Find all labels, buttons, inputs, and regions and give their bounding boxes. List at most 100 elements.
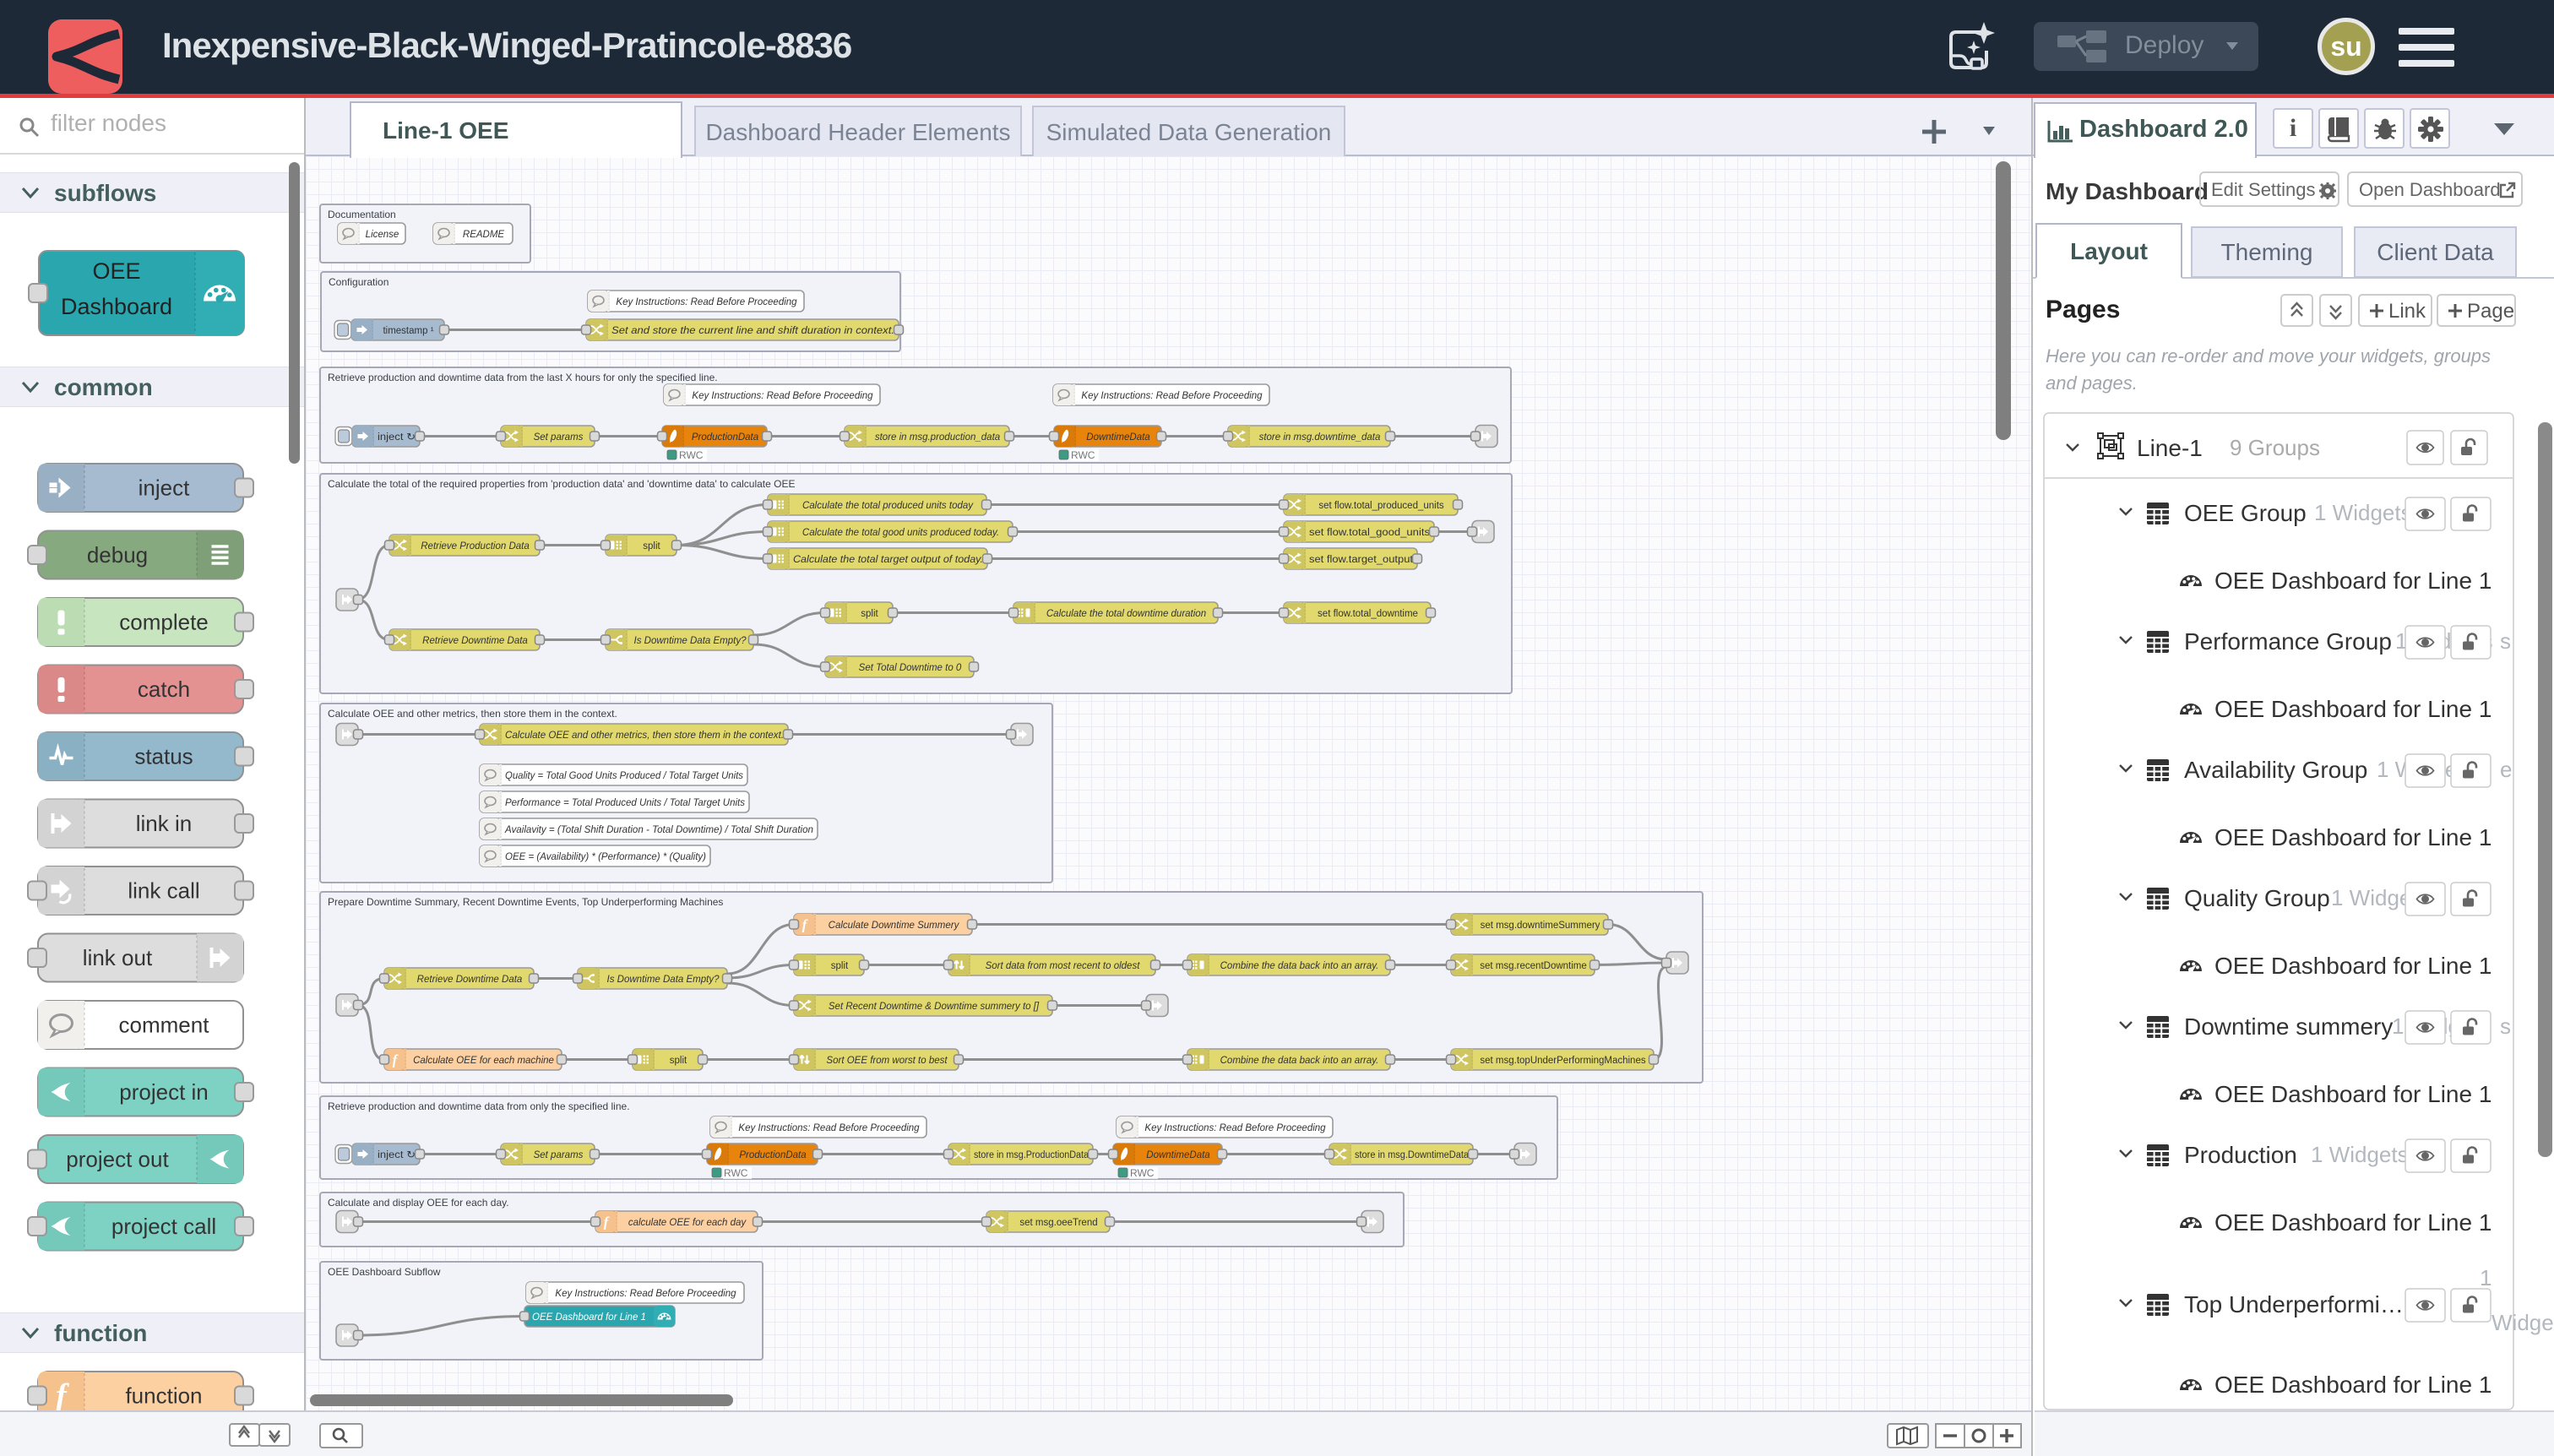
svg-text:Key Instructions: Read Before: Key Instructions: Read Before Proceeding — [1144, 1123, 1326, 1133]
svg-text:store in msg.DowntimeData: store in msg.DowntimeData — [1355, 1150, 1470, 1160]
svg-text:OEE Dashboard for Line 1: OEE Dashboard for Line 1 — [2214, 1081, 2492, 1107]
svg-text:split: split — [831, 961, 849, 971]
svg-text:Key Instructions: Read Before: Key Instructions: Read Before Proceeding — [555, 1289, 736, 1299]
svg-text:Sort data from most recent to: Sort data from most recent to oldest — [986, 961, 1141, 971]
svg-text:Calculate the total of the req: Calculate the total of the required prop… — [328, 478, 795, 490]
svg-text:complete: complete — [119, 610, 209, 635]
svg-text:Set Total Downtime to 0: Set Total Downtime to 0 — [859, 663, 962, 673]
svg-text:Configuration: Configuration — [329, 276, 389, 288]
svg-text:RWC: RWC — [1130, 1167, 1155, 1179]
svg-text:project call: project call — [111, 1214, 216, 1239]
svg-text:debug: debug — [87, 542, 148, 568]
svg-text:set msg.topUnderPerformingMach: set msg.topUnderPerformingMachines — [1480, 1056, 1645, 1066]
svg-text:e: e — [2500, 757, 2512, 782]
svg-text:OEE Dashboard for Line 1: OEE Dashboard for Line 1 — [2214, 953, 2492, 979]
svg-text:Availavity = (Total Shift Dura: Availavity = (Total Shift Duration - Tot… — [504, 825, 813, 835]
svg-text:Calculate the total good units: Calculate the total good units produced … — [802, 528, 999, 538]
svg-text:inject ↻: inject ↻ — [378, 1150, 416, 1160]
svg-text:Set and store the current line: Set and store the current line and shift… — [611, 326, 894, 336]
svg-text:set flow.total_downtime: set flow.total_downtime — [1318, 609, 1418, 619]
svg-text:inject ↻: inject ↻ — [378, 432, 416, 443]
svg-text:Calculate the total downtime d: Calculate the total downtime duration — [1046, 609, 1206, 619]
svg-text:function: function — [125, 1383, 202, 1409]
svg-text:Key Instructions: Read Before: Key Instructions: Read Before Proceeding — [692, 391, 873, 401]
svg-text:Retrieve Production Data: Retrieve Production Data — [421, 541, 529, 551]
svg-text:RWC: RWC — [1071, 449, 1095, 461]
svg-text:RWC: RWC — [724, 1167, 748, 1179]
svg-text:Sort OEE from worst to best: Sort OEE from worst to best — [826, 1056, 948, 1066]
svg-text:Quality Group: Quality Group — [2184, 885, 2330, 911]
svg-text:catch: catch — [138, 676, 190, 702]
svg-text:Production: Production — [2184, 1142, 2297, 1168]
svg-text:Set params: Set params — [534, 1150, 584, 1160]
svg-text:link in: link in — [136, 811, 192, 836]
svg-text:Key Instructions: Read Before: Key Instructions: Read Before Proceeding — [1081, 391, 1263, 401]
svg-text:Calculate OEE and other metric: Calculate OEE and other metrics, then st… — [505, 731, 784, 741]
svg-text:Top Underperformi…: Top Underperformi… — [2184, 1291, 2404, 1317]
svg-text:Calculate and display OEE for: Calculate and display OEE for each day. — [328, 1197, 509, 1209]
svg-text:Downtime summery: Downtime summery — [2184, 1013, 2393, 1040]
svg-text:License: License — [366, 230, 399, 240]
svg-text:link out: link out — [83, 945, 153, 970]
svg-text:Set params: Set params — [534, 432, 584, 443]
svg-text:set flow.target_output: set flow.target_output — [1309, 555, 1414, 565]
svg-text:OEE Dashboard for Line 1: OEE Dashboard for Line 1 — [2214, 568, 2492, 594]
svg-text:s: s — [2500, 1013, 2511, 1039]
svg-text:ProductionData: ProductionData — [692, 432, 758, 443]
svg-text:Is Downtime Data Empty?: Is Downtime Data Empty? — [634, 636, 747, 646]
svg-text:store in msg.production_data: store in msg.production_data — [875, 432, 1000, 443]
svg-text:OEE Dashboard for Line 1: OEE Dashboard for Line 1 — [2214, 696, 2492, 722]
svg-text:DowntimeData: DowntimeData — [1086, 432, 1149, 443]
svg-text:Set Recent Downtime & Downtime: Set Recent Downtime & Downtime summery t… — [829, 1002, 1040, 1012]
svg-text:Combine the data back into an: Combine the data back into an array. — [1220, 961, 1379, 971]
svg-text:Retrieve Downtime Data: Retrieve Downtime Data — [422, 636, 528, 646]
svg-text:OEE Dashboard for Line 1: OEE Dashboard for Line 1 — [2214, 1372, 2492, 1398]
svg-text:README: README — [463, 230, 505, 240]
svg-text:store in msg.downtime_data: store in msg.downtime_data — [1259, 432, 1381, 443]
svg-text:set flow.total_produced_units: set flow.total_produced_units — [1318, 501, 1444, 511]
svg-text:Is Downtime Data Empty?: Is Downtime Data Empty? — [607, 975, 720, 985]
svg-text:Widgets: Widgets — [2492, 1310, 2554, 1335]
svg-text:Calculate the total produced u: Calculate the total produced units today — [802, 501, 974, 511]
svg-text:Prepare Downtime Summary, Rece: Prepare Downtime Summary, Recent Downtim… — [328, 896, 723, 908]
svg-text:OEE = (Availability) * (Perfor: OEE = (Availability) * (Performance) * (… — [505, 852, 706, 862]
svg-text:OEE Dashboard for Line 1: OEE Dashboard for Line 1 — [532, 1312, 646, 1323]
svg-text:Availability Group: Availability Group — [2184, 757, 2367, 783]
svg-text:OEE Dashboard Subflow: OEE Dashboard Subflow — [328, 1266, 441, 1278]
svg-text:split: split — [643, 541, 660, 551]
svg-text:status: status — [134, 744, 193, 769]
svg-text:Line-1: Line-1 — [2137, 435, 2203, 461]
svg-text:Quality = Total Good Units Pro: Quality = Total Good Units Produced / To… — [505, 771, 743, 781]
svg-text:store in msg.ProductionData: store in msg.ProductionData — [974, 1150, 1090, 1160]
svg-text:Documentation: Documentation — [328, 209, 396, 220]
svg-text:Calculate the total target out: Calculate the total target output of tod… — [793, 555, 983, 565]
svg-text:Performance = Total Produced U: Performance = Total Produced Units / Tot… — [505, 798, 745, 808]
svg-text:Key Instructions: Read Before: Key Instructions: Read Before Proceeding — [616, 297, 797, 307]
svg-text:1 Widgets: 1 Widgets — [2314, 500, 2412, 525]
svg-text:set msg.downtimeSummery: set msg.downtimeSummery — [1481, 921, 1600, 931]
svg-text:DowntimeData: DowntimeData — [1146, 1150, 1209, 1160]
svg-text:Performance Group: Performance Group — [2184, 628, 2392, 655]
svg-text:1: 1 — [2480, 1265, 2492, 1290]
svg-text:OEE Group: OEE Group — [2184, 500, 2307, 526]
svg-text:Retrieve Downtime Data: Retrieve Downtime Data — [417, 975, 523, 985]
svg-text:Retrieve production and downti: Retrieve production and downtime data fr… — [328, 1100, 630, 1112]
svg-text:Calculate OEE and other metric: Calculate OEE and other metrics, then st… — [328, 708, 617, 720]
svg-text:RWC: RWC — [679, 449, 704, 461]
svg-text:Calculate OEE for each machine: Calculate OEE for each machine — [413, 1056, 554, 1066]
svg-text:timestamp ¹: timestamp ¹ — [383, 326, 433, 336]
svg-text:comment: comment — [119, 1013, 210, 1038]
svg-text:inject: inject — [139, 475, 190, 501]
svg-text:set msg.oeeTrend: set msg.oeeTrend — [1019, 1218, 1097, 1228]
svg-text:Combine the data back into an: Combine the data back into an array. — [1220, 1056, 1379, 1066]
svg-text:project out: project out — [66, 1147, 169, 1172]
svg-text:link call: link call — [128, 878, 199, 904]
svg-text:OEE Dashboard for Line 1: OEE Dashboard for Line 1 — [2214, 1209, 2492, 1236]
svg-text:Dashboard: Dashboard — [61, 294, 172, 319]
svg-text:Retrieve production and downti: Retrieve production and downtime data fr… — [328, 372, 718, 383]
svg-text:split: split — [861, 609, 878, 619]
svg-text:OEE Dashboard for Line 1: OEE Dashboard for Line 1 — [2214, 824, 2492, 850]
svg-text:s: s — [2500, 628, 2511, 654]
svg-text:ProductionData: ProductionData — [739, 1150, 806, 1160]
svg-text:Key Instructions: Read Before: Key Instructions: Read Before Proceeding — [738, 1123, 920, 1133]
